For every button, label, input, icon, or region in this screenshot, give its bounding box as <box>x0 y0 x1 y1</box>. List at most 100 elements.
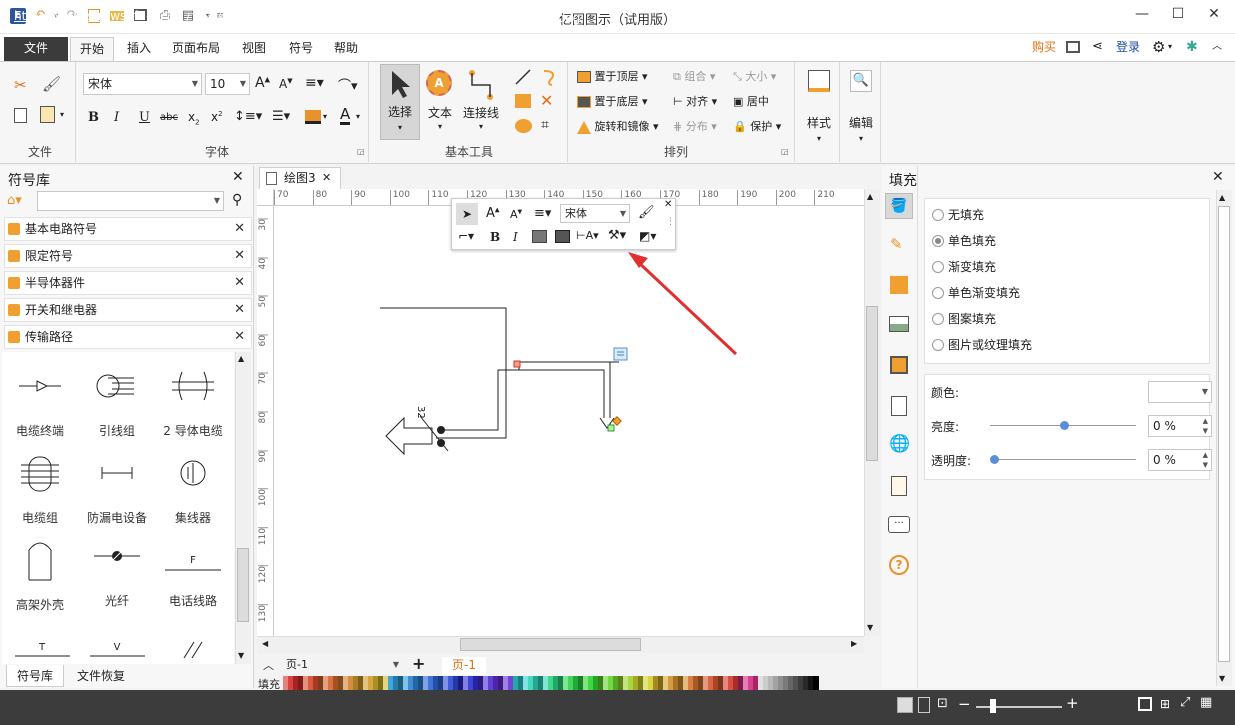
connector-tool-button[interactable]: 连接线 ▾ <box>460 64 502 140</box>
fill-panel-close-icon[interactable]: ✕ <box>1212 169 1224 185</box>
zoom-slider-track[interactable] <box>976 706 1062 708</box>
format-painter-icon[interactable]: 🖌 <box>42 75 61 93</box>
page-collapse-icon[interactable]: ︿ <box>263 657 274 673</box>
buy-link[interactable]: 购买 <box>1032 38 1056 56</box>
grid-view-icon[interactable]: ▦ <box>1200 695 1212 710</box>
ellipse-tool-icon[interactable] <box>515 119 532 133</box>
edit-button[interactable]: 🔍 编辑 ▾ <box>843 66 879 146</box>
underline-icon[interactable]: U <box>139 110 150 125</box>
zoom-out-icon[interactable]: − <box>958 695 971 713</box>
library-tab-symbols[interactable]: 符号库 <box>6 665 64 687</box>
vscroll-down-icon[interactable]: ▼ <box>867 623 873 632</box>
fit-page-icon[interactable] <box>1138 697 1152 711</box>
tab-view[interactable]: 视图 <box>233 37 275 61</box>
page-panel-icon[interactable] <box>891 396 907 416</box>
line-spacing-icon[interactable]: ↕≡▾ <box>234 109 262 124</box>
globe-panel-icon[interactable]: 🌐 <box>889 434 910 454</box>
float-connector-icon[interactable]: ⌐▾ <box>458 229 474 243</box>
symbol-lead-group[interactable]: 引线组 <box>79 368 155 454</box>
library-category[interactable]: 开关和继电器 ✕ <box>4 298 252 322</box>
library-tab-file-recovery[interactable]: 文件恢复 <box>70 665 132 687</box>
library-scroll-up-icon[interactable]: ▲ <box>238 354 244 363</box>
transparency-slider-track[interactable] <box>990 459 1136 460</box>
library-category[interactable]: 传输路径 ✕ <box>4 325 252 349</box>
float-shrink-font-icon[interactable]: A▼ <box>510 208 522 221</box>
arc-tool-icon[interactable] <box>540 68 558 86</box>
float-tools-icon[interactable]: ⚒▾ <box>608 228 626 243</box>
zoom-level[interactable]: 100% <box>1088 9 1122 23</box>
float-text-size-icon[interactable]: ⊢A▾ <box>576 229 599 242</box>
share-box-icon[interactable] <box>1066 41 1080 53</box>
page-view-icon[interactable] <box>918 697 930 713</box>
fill-option-picture[interactable]: 图片或纹理填充 <box>932 336 1032 354</box>
selection-handle-start[interactable] <box>513 360 521 368</box>
close-icon[interactable]: ✕ <box>1204 6 1224 26</box>
fullscreen-icon[interactable]: ⤢ <box>1180 695 1190 710</box>
symbol-telephone-line[interactable]: F 电话线路 <box>155 538 231 624</box>
category-close-icon[interactable]: ✕ <box>234 299 245 321</box>
float-bold-icon[interactable]: B <box>490 230 500 244</box>
hscroll-left-icon[interactable]: ◀ <box>262 639 268 648</box>
tab-insert[interactable]: 插入 <box>118 37 160 61</box>
hscroll-thumb[interactable] <box>460 638 641 651</box>
connector-line-outer[interactable] <box>380 307 507 439</box>
page-select[interactable]: 页-1 ▼ <box>282 657 402 674</box>
float-send-back-icon[interactable] <box>555 230 570 243</box>
connector-line-inner[interactable] <box>441 369 605 431</box>
symbol-2-conductor-cable[interactable]: 2 导体电缆 <box>155 368 231 454</box>
symbol-partial-t[interactable]: T <box>15 640 70 660</box>
selection-handle-end[interactable] <box>607 424 615 432</box>
crop-tool-icon[interactable]: ⌗ <box>541 117 549 133</box>
fill-panel-icon[interactable]: 🪣 <box>885 193 913 219</box>
presentation-icon[interactable]: ⊡ <box>937 696 948 711</box>
symbol-cable-group[interactable]: 电缆组 <box>2 455 78 541</box>
color-palette[interactable] <box>283 676 819 690</box>
brightness-input[interactable]: 0 % ▲ ▼ <box>1148 415 1212 437</box>
maximize-icon[interactable]: ☐ <box>1168 6 1188 26</box>
add-page-icon[interactable]: + <box>412 654 425 673</box>
font-name-select[interactable]: 宋体 ▼ <box>83 73 202 95</box>
block-arrow-shape[interactable] <box>385 416 433 456</box>
help-panel-icon[interactable]: ? <box>889 555 909 575</box>
color-picker[interactable]: ▼ <box>1148 381 1212 403</box>
fill-scroll-thumb[interactable] <box>1218 206 1230 662</box>
float-font-select[interactable]: 宋体 ▼ <box>560 204 630 223</box>
tab-symbol[interactable]: 符号 <box>280 37 322 61</box>
plugin-icon[interactable]: ✱ <box>1186 38 1198 56</box>
settings-dropdown-icon[interactable]: ▾ <box>1168 38 1172 56</box>
shrink-font-icon[interactable]: A▼ <box>279 77 293 91</box>
library-home-icon[interactable]: ⌂▾ <box>7 193 22 208</box>
tab-page-layout[interactable]: 页面布局 <box>163 37 229 61</box>
bold-icon[interactable]: B <box>88 110 99 125</box>
italic-icon[interactable]: I <box>114 110 119 125</box>
zoom-slider-thumb[interactable] <box>990 699 996 713</box>
fill-scroll-up-icon[interactable]: ▲ <box>1219 193 1225 202</box>
line-tool-icon[interactable] <box>514 68 532 86</box>
category-close-icon[interactable]: ✕ <box>234 218 245 240</box>
symbol-partial-slash[interactable] <box>180 640 210 660</box>
fill-scroll-down-icon[interactable]: ▼ <box>1219 674 1225 683</box>
library-category[interactable]: 基本电路符号 ✕ <box>4 217 252 241</box>
library-search-icon[interactable]: ⚲ <box>232 192 242 208</box>
tab-file[interactable]: 文件 <box>4 37 68 61</box>
superscript-icon[interactable]: x2 <box>211 110 223 124</box>
library-category[interactable]: 半导体器件 ✕ <box>4 271 252 295</box>
shadow-panel-icon[interactable] <box>890 276 908 294</box>
float-fill-icon[interactable]: ◩▾ <box>639 229 656 243</box>
login-link[interactable]: 登录 <box>1116 38 1140 56</box>
comment-panel-icon[interactable]: ··· <box>888 516 910 533</box>
fill-option-none[interactable]: 无填充 <box>932 206 984 224</box>
tab-help[interactable]: 帮助 <box>325 37 367 61</box>
fill-option-single-gradient[interactable]: 单色渐变填充 <box>932 284 1020 302</box>
float-close-icon[interactable]: ✕ <box>664 199 672 210</box>
image-panel-icon[interactable] <box>889 316 909 332</box>
category-close-icon[interactable]: ✕ <box>234 245 245 267</box>
category-close-icon[interactable]: ✕ <box>234 326 245 348</box>
highlight-icon[interactable] <box>305 110 321 124</box>
font-dialog-launcher-icon[interactable]: ◲ <box>357 147 365 156</box>
zoom-in-icon[interactable]: + <box>1066 694 1079 712</box>
float-align-icon[interactable]: ≡▾ <box>534 206 551 221</box>
document-panel-icon[interactable] <box>891 476 907 496</box>
center-button[interactable]: ▣ 居中 <box>733 93 769 109</box>
send-to-back-button[interactable]: 置于底层 ▾ <box>577 93 648 109</box>
